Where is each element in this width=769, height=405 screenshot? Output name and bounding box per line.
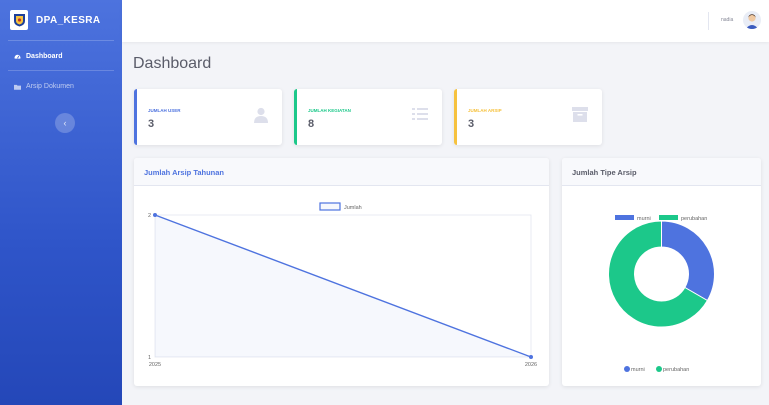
legend-label: perubahan [681,216,707,222]
stat-card-kegiatan: JUMLAH KEGIATAN 8 [294,89,442,145]
x-tick-label: 2026 [525,362,537,368]
legend-swatch [615,215,634,220]
pie-chart-panel: Jumlah Tipe Arsip murni perubahan murni per… [562,158,761,386]
stat-value: 3 [468,118,475,130]
folder-icon [14,84,21,90]
sidebar-toggle-button[interactable]: ‹ [55,113,75,133]
archive-icon [572,107,588,122]
line-chart: Jumlah 1 2 2025 2026 [148,202,537,368]
line-chart-panel: Jumlah Arsip Tahunan Jumlah 1 2 2025 2026 [134,158,549,386]
stat-card-arsip: JUMLAH ARSIP 3 [454,89,602,145]
panel-title: Jumlah Arsip Tahunan [134,158,549,186]
topbar: nadia [122,0,769,42]
brand-logo-icon [10,10,28,30]
chart-legend-bottom[interactable]: murni perubahan [624,366,689,373]
brand[interactable]: DPA_KESRA [0,0,122,40]
stat-label: JUMLAH USER [148,108,181,113]
stat-value: 3 [148,118,155,130]
sidebar: DPA_KESRA Dashboard Arsip Dokumen ‹ [0,0,122,405]
stat-label: JUMLAH ARSIP [468,108,502,113]
user-name[interactable]: nadia [721,17,733,23]
chart-legend[interactable]: Jumlah [319,202,362,211]
brand-name: DPA_KESRA [36,14,101,26]
legend-label: perubahan [663,367,689,373]
avatar[interactable] [743,11,761,29]
panel-title: Jumlah Tipe Arsip [562,158,761,186]
y-tick-label: 2 [148,213,151,219]
sidebar-item-dashboard[interactable]: Dashboard [0,41,122,70]
doughnut-chart: murni perubahan murni perubahan [608,215,715,373]
stat-label: JUMLAH KEGIATAN [308,108,351,113]
legend-swatch [659,215,678,220]
x-tick-label: 2025 [149,362,161,368]
page-title: Dashboard [133,55,212,72]
list-icon [412,108,428,120]
data-point[interactable] [529,355,533,359]
sidebar-item-arsip-dokumen[interactable]: Arsip Dokumen [0,71,122,100]
y-tick-label: 1 [148,355,151,361]
pie-slice[interactable] [661,220,715,302]
legend-dot [656,366,662,372]
gauge-icon [14,54,21,59]
chevron-left-icon: ‹ [63,118,67,128]
legend-label: murni [637,216,651,222]
sidebar-item-label: Arsip Dokumen [26,83,74,90]
legend-dot [624,366,630,372]
data-point[interactable] [153,213,157,217]
legend-label: Jumlah [344,205,362,211]
user-icon [254,107,268,123]
topbar-divider [708,12,709,30]
legend-label: murni [631,367,645,373]
stat-value: 8 [308,118,315,130]
legend-swatch [319,202,341,211]
sidebar-item-label: Dashboard [26,53,63,60]
stat-card-user: JUMLAH USER 3 [134,89,282,145]
